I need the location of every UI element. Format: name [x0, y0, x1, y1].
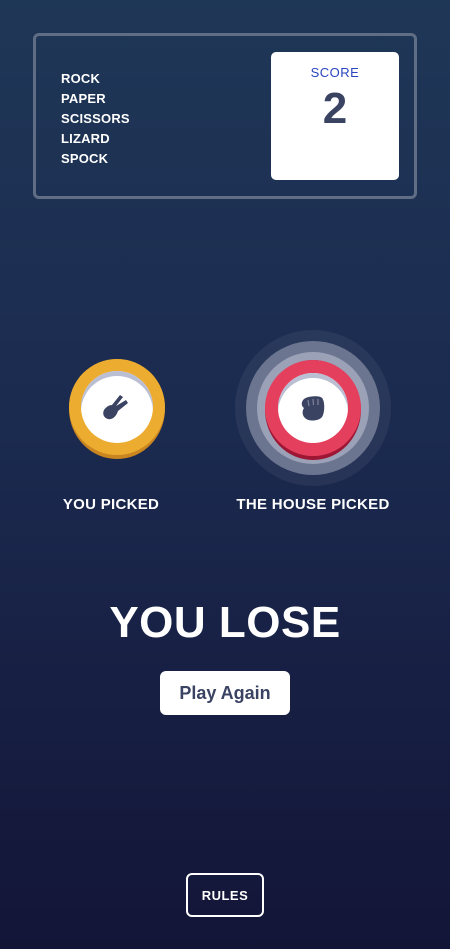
- house-pick-ring: [265, 360, 361, 456]
- user-pick-inner: [81, 371, 153, 443]
- rules-button[interactable]: RULES: [186, 873, 264, 917]
- title-line-spock: SPOCK: [61, 151, 109, 166]
- score-value: 2: [322, 84, 348, 133]
- user-pick-ring: [69, 359, 165, 455]
- house-pick-label: THE HOUSE PICKED: [236, 496, 390, 513]
- score-label: SCORE: [310, 65, 360, 80]
- house-pick-inner: [278, 373, 348, 443]
- title-line-rock: ROCK: [61, 71, 101, 86]
- user-pick-label: YOU PICKED: [62, 496, 160, 513]
- result-text: YOU LOSE: [109, 598, 341, 647]
- title-line-paper: PAPER: [61, 91, 106, 106]
- scissors-hand-icon: [99, 389, 135, 425]
- title-line-lizard: LIZARD: [61, 131, 110, 146]
- fist-icon: [296, 391, 330, 425]
- game-title: ROCK PAPER SCISSORS LIZARD SPOCK: [61, 69, 130, 169]
- game-header: ROCK PAPER SCISSORS LIZARD SPOCK SCORE 2: [33, 33, 417, 199]
- score-box: SCORE 2: [271, 52, 399, 180]
- user-pick-token: [69, 359, 165, 459]
- house-pick-token: [265, 360, 361, 460]
- title-line-scissors: SCISSORS: [61, 111, 130, 126]
- play-again-button[interactable]: Play Again: [160, 671, 290, 715]
